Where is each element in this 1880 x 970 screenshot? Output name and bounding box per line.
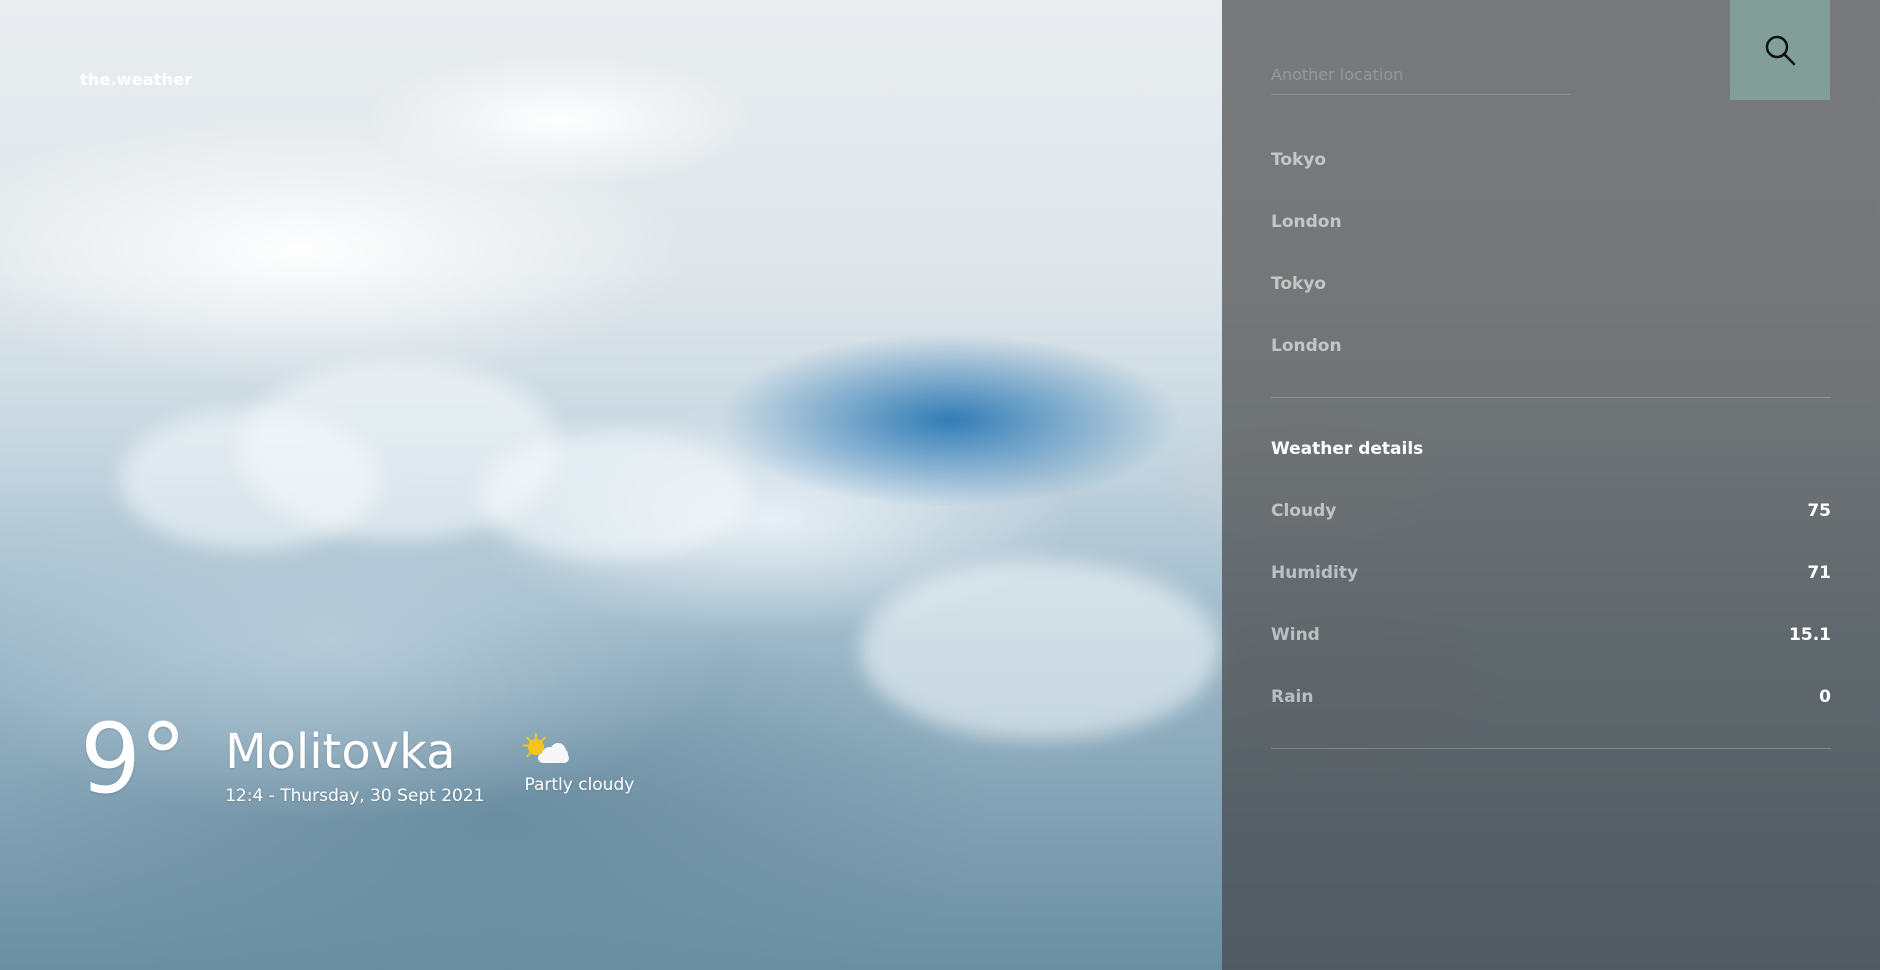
detail-row-cloudy: Cloudy 75 (1271, 501, 1831, 521)
sun-ray (540, 736, 547, 743)
location-item-tokyo[interactable]: Tokyo (1271, 274, 1326, 294)
search-input[interactable] (1271, 48, 1571, 95)
current-weather: 9° Molitovka 12:4 - Thursday, 30 Sept 20… (80, 711, 635, 807)
cloud-icon-part (538, 753, 570, 763)
location-item-tokyo[interactable]: Tokyo (1271, 150, 1326, 170)
location-item-london[interactable]: London (1271, 212, 1342, 232)
temperature: 9° (80, 703, 187, 815)
background-cloud (480, 430, 750, 560)
search-wrap (1271, 48, 1571, 95)
detail-label: Wind (1271, 625, 1320, 645)
detail-value: 71 (1807, 563, 1831, 583)
search-button[interactable] (1730, 0, 1830, 100)
detail-value: 75 (1807, 501, 1831, 521)
date-time: 12:4 - Thursday, 30 Sept 2021 (225, 786, 485, 806)
background-cloud (860, 560, 1220, 740)
city-name: Molitovka (225, 724, 456, 780)
detail-value: 0 (1819, 687, 1831, 707)
partly-cloudy-icon (522, 733, 570, 767)
sun-ray (535, 733, 538, 740)
city-block: Molitovka 12:4 - Thursday, 30 Sept 2021 (225, 715, 484, 806)
sidebar-panel (1222, 0, 1880, 970)
detail-row-rain: Rain 0 (1271, 687, 1831, 707)
section-divider (1271, 397, 1831, 398)
weather-details-title: Weather details (1271, 439, 1424, 459)
location-item-london[interactable]: London (1271, 336, 1342, 356)
sun-ray (522, 744, 530, 747)
detail-label: Cloudy (1271, 501, 1337, 521)
detail-row-humidity: Humidity 71 (1271, 563, 1831, 583)
app-brand: the.weather (80, 70, 193, 89)
detail-label: Rain (1271, 687, 1314, 707)
condition-text: Partly cloudy (524, 775, 635, 795)
section-divider (1271, 748, 1831, 749)
search-icon (1765, 35, 1796, 66)
detail-value: 15.1 (1789, 625, 1831, 645)
detail-label: Humidity (1271, 563, 1359, 583)
detail-row-wind: Wind 15.1 (1271, 625, 1831, 645)
condition-block: Partly cloudy (522, 715, 635, 795)
sun-ray (526, 751, 533, 758)
